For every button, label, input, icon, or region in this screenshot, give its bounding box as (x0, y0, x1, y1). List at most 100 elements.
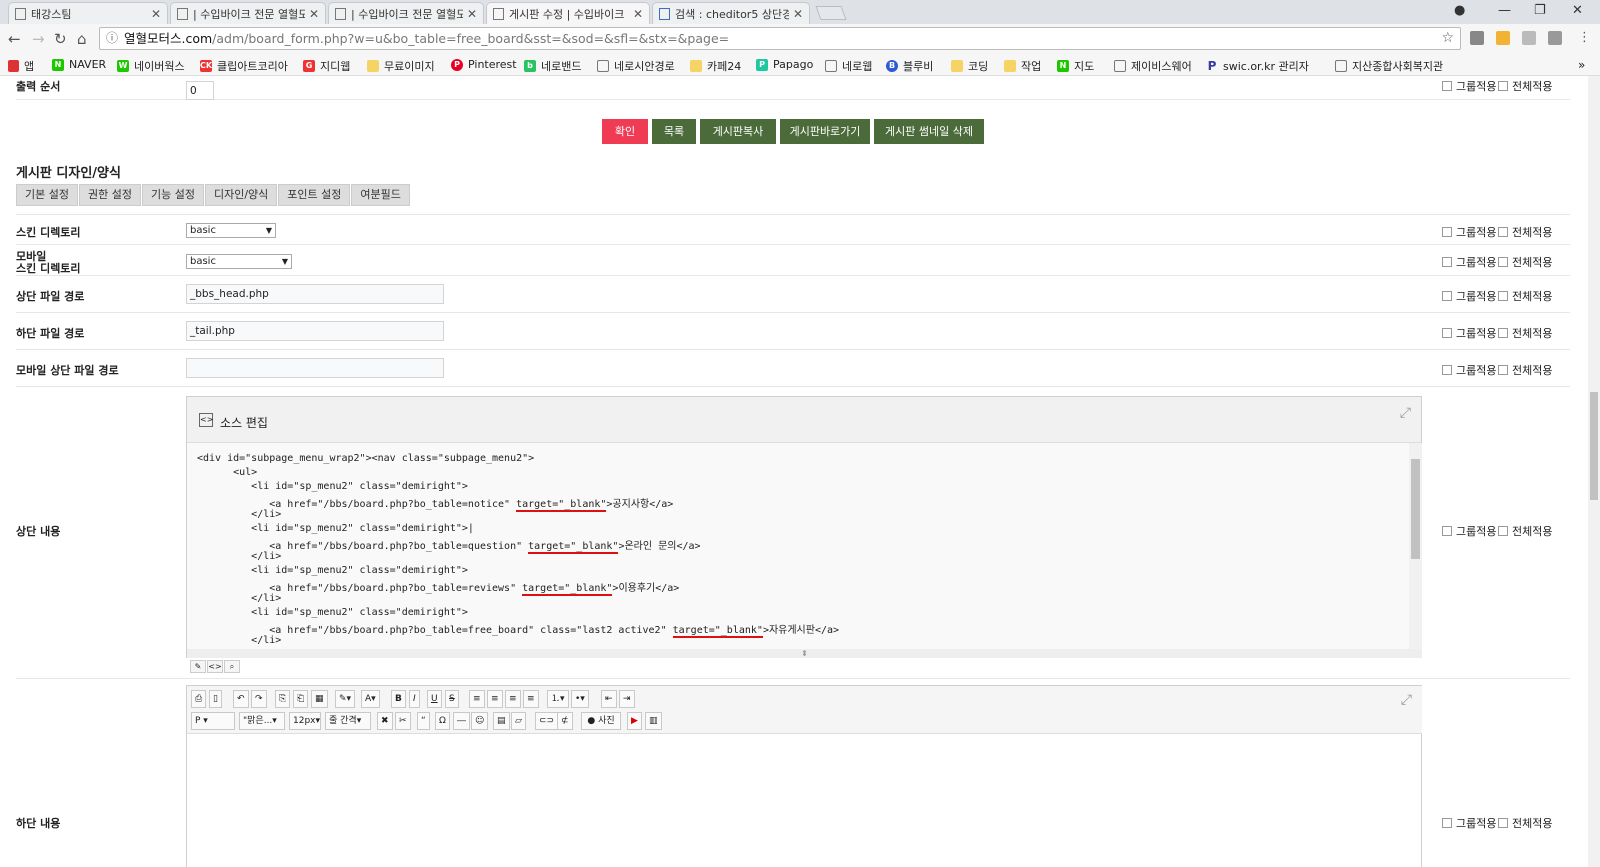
expand-icon[interactable]: ⤢ (1400, 405, 1411, 421)
bookmark-bluebee[interactable]: B 블루비 (886, 58, 933, 74)
bookmark-work[interactable]: 작업 (1004, 58, 1041, 74)
back-icon[interactable]: ← (8, 30, 21, 48)
code-line: <div id="subpage_menu_wrap2"><nav class=… (197, 453, 535, 464)
bookmark-clipart[interactable]: CK 클립아트코리아 (200, 58, 288, 74)
code-scrollbar[interactable] (1409, 443, 1422, 649)
minimize-icon[interactable]: — (1498, 3, 1511, 18)
all-apply-checkbox[interactable]: 전체적용 (1498, 815, 1552, 831)
close-icon[interactable]: ✕ (793, 7, 803, 21)
bookmark-naver[interactable]: N NAVER (52, 58, 106, 71)
list-button[interactable]: 목록 (652, 119, 696, 144)
info-icon[interactable]: ⓘ (106, 28, 118, 49)
close-icon[interactable]: ✕ (467, 7, 477, 21)
forward-icon[interactable]: → (32, 30, 45, 48)
bookmark-cafe24[interactable]: 카페24 (690, 58, 741, 74)
close-icon[interactable]: ✕ (151, 7, 161, 21)
home-icon[interactable]: ⌂ (77, 30, 87, 48)
anchor-auth[interactable]: 권한 설정 (78, 184, 141, 206)
profile-icon[interactable]: ● (1454, 3, 1465, 18)
anchor-point[interactable]: 포인트 설정 (278, 184, 351, 206)
code-line: </li> (197, 551, 282, 562)
cast-icon[interactable] (1470, 31, 1484, 45)
confirm-button[interactable]: 확인 (602, 119, 648, 144)
page-icon (597, 60, 609, 72)
all-apply-checkbox[interactable]: 전체적용 (1498, 254, 1552, 270)
preview-mode-icon[interactable]: ⌕ (224, 660, 240, 673)
bookmark-star-icon[interactable]: ☆ (1441, 28, 1454, 49)
tab-2[interactable]: | 수입바이크 전문 열혈모 ✕ (170, 2, 326, 24)
tab-3[interactable]: | 수입바이크 전문 열혈모 ✕ (328, 2, 484, 24)
group-apply-checkbox[interactable]: 그룹적용 (1442, 254, 1496, 270)
bookmark-swic[interactable]: Pswic.or.kr 관리자 (1206, 58, 1309, 74)
anchor-extra[interactable]: 여분필드 (351, 184, 410, 206)
head-path-input[interactable]: _bbs_head.php (186, 284, 444, 304)
code-line: <a href="/bbs/board.php?bo_table=reviews… (197, 583, 680, 596)
bookmark-gdweb[interactable]: G 지디웹 (303, 58, 350, 74)
page-content: 출력 순서 0 그룹적용 전체적용 확인 목록 게시판복사 게시판바로가기 게시… (0, 76, 1588, 867)
source-mode-icon[interactable]: <> (207, 660, 223, 673)
all-apply-checkbox[interactable]: 전체적용 (1498, 523, 1552, 539)
source-code-textarea[interactable]: <div id="subpage_menu_wrap2"><nav class=… (187, 443, 1409, 649)
group-apply-checkbox[interactable]: 그룹적용 (1442, 523, 1496, 539)
code-line: </li> (197, 509, 282, 520)
page-scrollbar[interactable] (1588, 76, 1600, 867)
all-apply-checkbox[interactable]: 전체적용 (1498, 362, 1552, 378)
group-apply-checkbox[interactable]: 그룹적용 (1442, 78, 1496, 94)
bluebee-icon: B (886, 60, 898, 72)
code-line: <li id="sp_menu2" class="demiright"> (197, 565, 468, 576)
group-apply-checkbox[interactable]: 그룹적용 (1442, 362, 1496, 378)
reload-icon[interactable]: ↻ (54, 30, 67, 48)
group-apply-checkbox[interactable]: 그룹적용 (1442, 815, 1496, 831)
section-anchor-tabs: 기본 설정 권한 설정 기능 설정 디자인/양식 포인트 설정 여분필드 (16, 184, 411, 206)
bookmark-jbisware[interactable]: 제이비스웨어 (1114, 58, 1192, 74)
bookmark-band[interactable]: b 네로밴드 (524, 58, 581, 74)
extension-icon[interactable] (1522, 31, 1536, 45)
restore-icon[interactable]: ❐ (1534, 3, 1546, 18)
bookmark-map[interactable]: N 지도 (1057, 58, 1094, 74)
close-icon[interactable]: ✕ (633, 7, 643, 21)
edit-mode-icon[interactable]: ✎ (190, 660, 206, 673)
goto-board-button[interactable]: 게시판바로가기 (780, 119, 870, 144)
bookmark-apps[interactable]: 앱 (8, 58, 34, 74)
skin-dir-select[interactable]: basic ▼ (186, 223, 276, 238)
tail-path-input[interactable]: _tail.php (186, 321, 444, 341)
mobile-skin-dir-select[interactable]: basic ▼ (186, 254, 292, 269)
new-tab-button[interactable] (815, 6, 847, 20)
bookmark-pinterest[interactable]: P Pinterest (451, 58, 517, 71)
anchor-function[interactable]: 기능 설정 (141, 184, 204, 206)
bookmark-coding[interactable]: 코딩 (951, 58, 988, 74)
camera-icon[interactable] (1548, 31, 1562, 45)
tab-5[interactable]: 검색 : cheditor5 상단경로✕ (652, 2, 810, 24)
folder-icon (951, 60, 963, 72)
menu-icon[interactable]: ⋮ (1578, 30, 1591, 45)
bookmark-freeimage[interactable]: 무료이미지 (367, 58, 435, 74)
tab-4-active[interactable]: 게시판 수정 | 수입바이크 ✕ (486, 2, 650, 24)
output-order-input[interactable]: 0 (186, 81, 214, 100)
anchor-basic[interactable]: 기본 설정 (16, 184, 78, 206)
all-apply-checkbox[interactable]: 전체적용 (1498, 224, 1552, 240)
group-apply-checkbox[interactable]: 그룹적용 (1442, 288, 1496, 304)
mobile-head-path-input[interactable] (186, 358, 444, 378)
editor-resize-handle[interactable]: ⬍ (187, 649, 1422, 658)
all-apply-checkbox[interactable]: 전체적용 (1498, 78, 1552, 94)
tab-1[interactable]: 태강스팀 ✕ (8, 2, 168, 24)
all-apply-checkbox[interactable]: 전체적용 (1498, 288, 1552, 304)
anchor-design[interactable]: 디자인/양식 (204, 184, 278, 206)
close-icon[interactable]: ✕ (309, 7, 319, 21)
group-apply-checkbox[interactable]: 그룹적용 (1442, 224, 1496, 240)
bookmark-path[interactable]: 네로시안경로 (597, 58, 675, 74)
bookmark-welfare[interactable]: 지산종합사회복지관 (1335, 58, 1443, 74)
address-bar[interactable]: ⓘ 열혈모터스.com/adm/board_form.php?w=u&bo_ta… (99, 27, 1461, 50)
code-line: <li id="sp_menu2" class="demiright">| (197, 523, 474, 534)
group-apply-checkbox[interactable]: 그룹적용 (1442, 325, 1496, 341)
close-window-icon[interactable]: ✕ (1572, 3, 1583, 18)
all-apply-checkbox[interactable]: 전체적용 (1498, 325, 1552, 341)
naver-icon: N (52, 58, 64, 71)
extension-icon[interactable] (1496, 31, 1510, 45)
more-bookmarks-icon[interactable]: » (1578, 58, 1585, 72)
copy-board-button[interactable]: 게시판복사 (700, 119, 776, 144)
bookmark-naverworks[interactable]: W 네이버웍스 (117, 58, 185, 74)
bookmark-papago[interactable]: P Papago (756, 58, 813, 71)
bookmark-neroweb[interactable]: 네로웹 (825, 58, 872, 74)
delete-thumbnail-button[interactable]: 게시판 썸네일 삭제 (874, 119, 984, 144)
